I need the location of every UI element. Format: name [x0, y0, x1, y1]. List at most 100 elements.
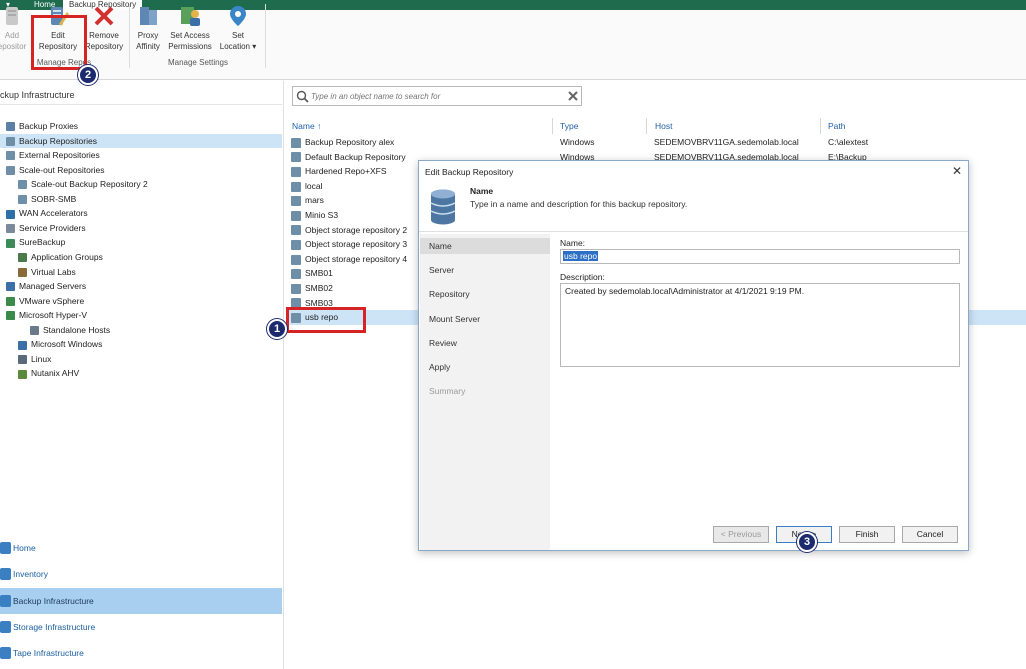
column-header-path[interactable]: Path [828, 121, 846, 131]
remove-repository-button[interactable]: Remove Repository [84, 4, 124, 52]
repository-name: Object storage repository 2 [305, 224, 408, 235]
proxy-affinity-button[interactable]: Proxy Affinity [132, 4, 164, 52]
tree-item[interactable]: VMware vSphere [0, 294, 282, 309]
tree-item[interactable]: Scale-out Backup Repository 2 [0, 177, 282, 192]
dialog-step-heading: Name [470, 186, 494, 196]
vsphere-icon [6, 296, 15, 306]
nav-button[interactable]: Inventory [0, 561, 282, 587]
tree-item[interactable]: Managed Servers [0, 279, 282, 294]
tree-item-label: WAN Accelerators [19, 208, 88, 219]
proxy-affinity-icon [136, 4, 160, 28]
nav-button[interactable]: Storage Infrastructure [0, 614, 282, 640]
tree-item-label: SureBackup [19, 237, 66, 248]
add-repository-button[interactable]: Add epositor [0, 4, 28, 52]
add-repository-icon [0, 4, 24, 28]
tree-item[interactable]: WAN Accelerators [0, 206, 282, 221]
repository-icon [291, 254, 301, 265]
repository-name: SMB01 [305, 268, 333, 279]
remove-repository-label-1: Remove [89, 31, 119, 40]
wizard-step[interactable]: Server [429, 265, 454, 275]
tree-item[interactable]: Standalone Hosts [0, 323, 282, 338]
tree-item-label: Backup Proxies [19, 121, 79, 131]
tree-item[interactable]: Microsoft Windows [0, 337, 282, 352]
repository-name: Default Backup Repository [305, 151, 406, 162]
repository-icon [291, 269, 301, 280]
column-header-type[interactable]: Type [560, 121, 578, 131]
name-field[interactable]: usb repo [560, 249, 960, 264]
repository-database-icon [430, 189, 456, 225]
tree-item-label: Virtual Labs [31, 266, 76, 277]
tree-item[interactable]: Service Providers [0, 221, 282, 236]
surebackup-icon [6, 238, 15, 248]
scaleout-icon [6, 165, 15, 175]
repository-icon [291, 283, 301, 294]
tree-item[interactable]: Application Groups [0, 250, 282, 265]
set-access-permissions-button[interactable]: Set Access Permissions [166, 4, 214, 52]
finish-button[interactable]: Finish [839, 526, 895, 543]
tree-item[interactable]: SureBackup [0, 235, 282, 250]
wizard-step[interactable]: Mount Server [429, 314, 480, 324]
search-input[interactable] [311, 89, 561, 103]
clear-search-icon[interactable] [567, 90, 579, 102]
proxy-affinity-label-1: Proxy [137, 31, 159, 40]
nav-button[interactable]: Home [0, 535, 282, 561]
wizard-step[interactable]: Review [429, 338, 457, 348]
divider [419, 231, 968, 232]
table-row[interactable]: Backup Repository alex Windows SEDEMOVBRV1… [286, 135, 1026, 150]
nav-button[interactable]: Tape Infrastructure [0, 640, 282, 666]
nav-button-label: Home [13, 543, 36, 553]
column-header-name[interactable]: Name ↑ [292, 121, 321, 131]
tree-item-label: VMware vSphere [19, 295, 85, 306]
wizard-step[interactable]: Name [420, 238, 550, 254]
left-pane-title: ckup Infrastructure [0, 90, 75, 100]
remove-repository-label-2: Repository [84, 42, 124, 51]
cancel-button[interactable]: Cancel [902, 526, 958, 543]
tree-item[interactable]: Linux [0, 352, 282, 367]
wizard-step[interactable]: Summary [429, 386, 465, 396]
repository-icon [6, 136, 15, 146]
set-location-button[interactable]: Set Location ▾ [216, 4, 260, 52]
description-field[interactable]: Created by sedemolab.local\Administrator… [560, 283, 960, 367]
cell-path: C:\alextest [828, 137, 869, 147]
tree-item[interactable]: Backup Proxies [0, 119, 282, 134]
nav-icon [0, 620, 11, 633]
tree-item-label: Nutanix AHV [31, 368, 80, 379]
tree-item[interactable]: External Repositories [0, 148, 282, 163]
repository-name: Hardened Repo+XFS [305, 166, 387, 177]
repository-name: SMB02 [305, 283, 333, 293]
wizard-step[interactable]: Repository [429, 289, 470, 299]
repository-name: Object storage repository 3 [305, 239, 408, 250]
permissions-icon [178, 4, 202, 28]
search-box[interactable] [292, 86, 582, 106]
column-header-host[interactable]: Host [655, 121, 672, 131]
nav-icon [0, 647, 11, 660]
repository-icon [291, 137, 301, 148]
repository-icon [291, 152, 301, 163]
scaleout-icon [18, 195, 27, 204]
cell-type: Windows [560, 137, 595, 147]
server-icon [6, 282, 15, 292]
nav-button-label: Backup Infrastructure [13, 595, 94, 606]
tree-item-label: Microsoft Windows [31, 339, 103, 350]
wizard-step[interactable]: Apply [429, 362, 450, 372]
tree-item[interactable]: Nutanix AHV [0, 366, 282, 381]
tree-item[interactable]: Backup Repositories [0, 133, 282, 149]
set-location-label-1: Set [231, 31, 244, 40]
proxy-icon [6, 122, 15, 132]
repository-icon [291, 181, 301, 192]
tree-item[interactable]: SOBR-SMB [0, 192, 282, 207]
annotation-highlight-edit-repository [31, 15, 87, 70]
repository-name: Minio S3 [305, 210, 339, 220]
dialog-title: Edit Backup Repository [425, 167, 514, 177]
tree-item[interactable]: Scale-out Repositories [0, 163, 282, 178]
hyperv-icon [6, 311, 15, 321]
close-icon[interactable]: ✕ [952, 164, 962, 178]
tree-item-label: Linux [31, 353, 52, 364]
wizard-steps: Name Server Repository Mount Server Review Ap… [420, 234, 550, 550]
tree-item[interactable]: Microsoft Hyper-V [0, 308, 282, 323]
previous-button[interactable]: < Previous [713, 526, 769, 543]
nav-icon [0, 568, 11, 581]
tree-item[interactable]: Virtual Labs [0, 265, 282, 280]
edit-backup-repository-dialog: Edit Backup Repository ✕ Name Type in a … [418, 160, 969, 551]
nav-button[interactable]: Backup Infrastructure [0, 587, 282, 614]
